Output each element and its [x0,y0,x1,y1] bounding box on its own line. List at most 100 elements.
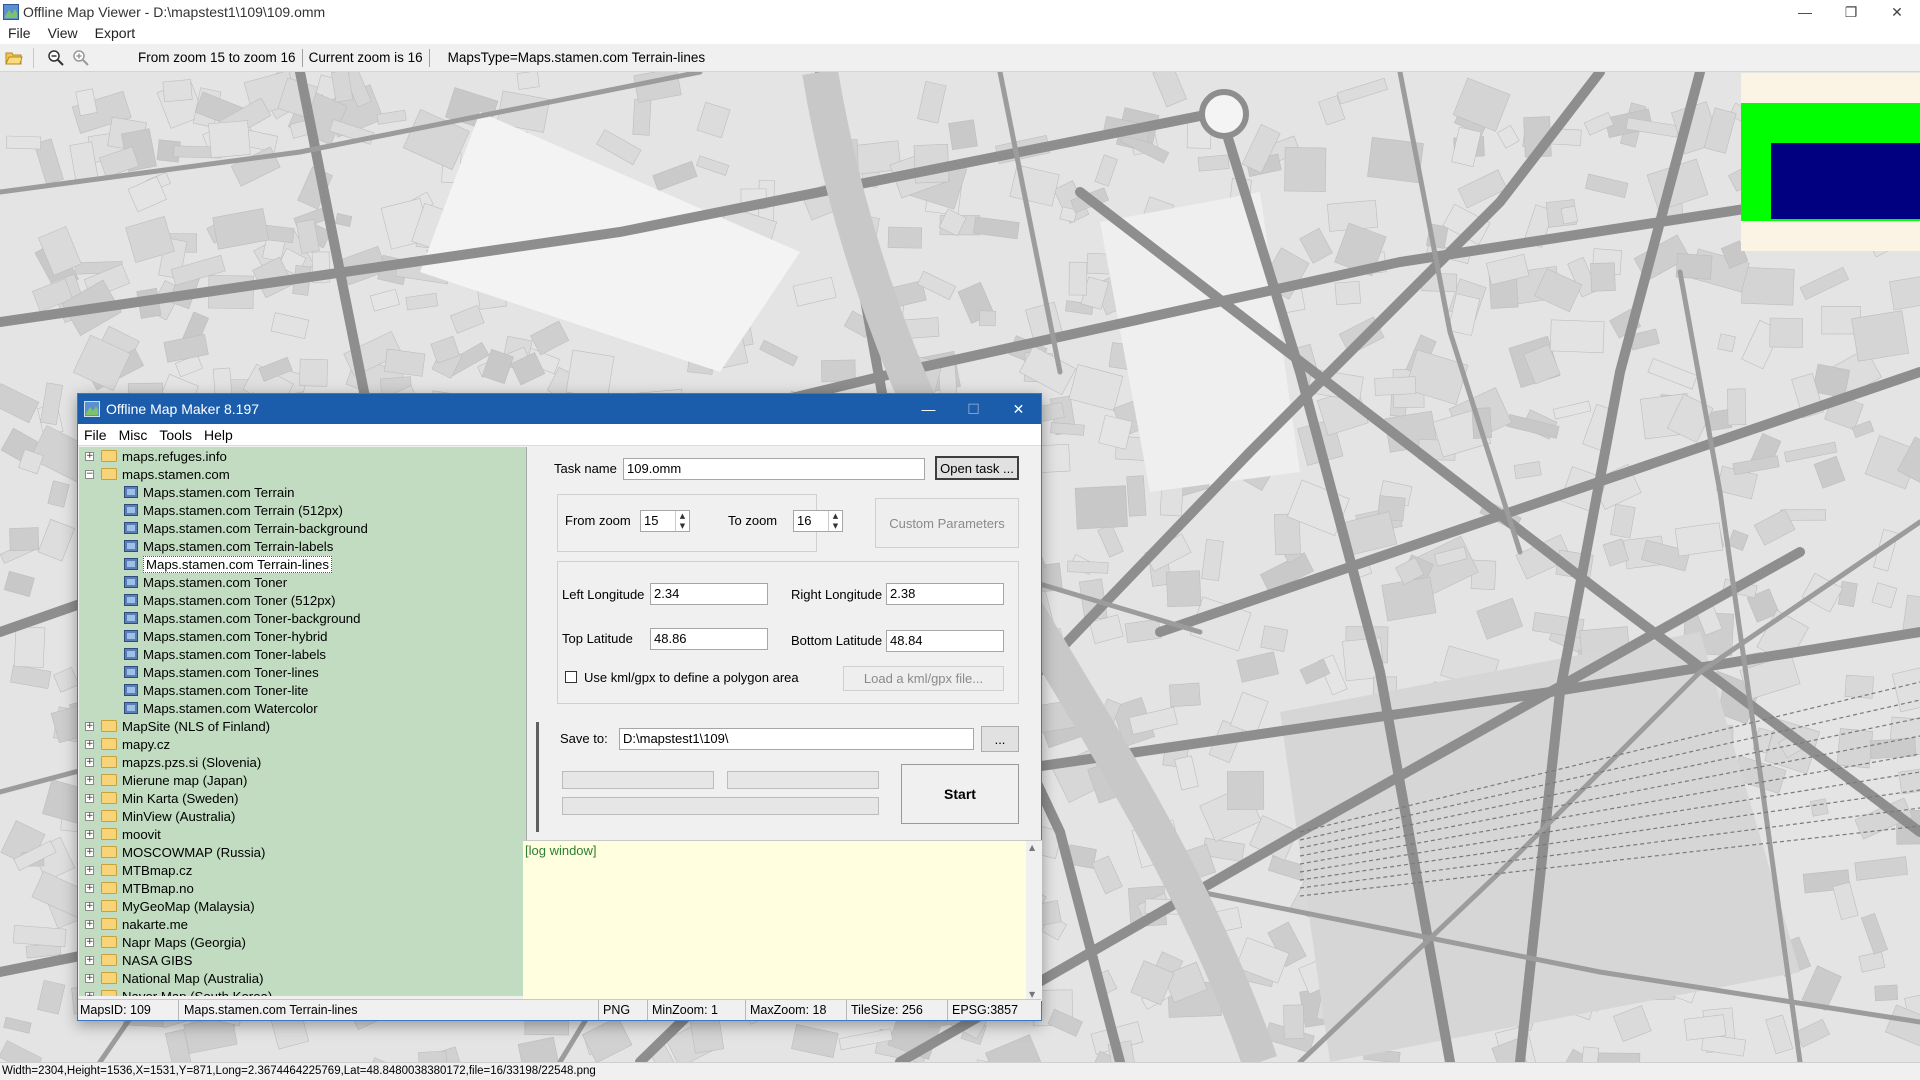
expand-icon[interactable]: + [85,739,94,749]
expand-icon[interactable]: + [85,973,94,983]
expand-icon[interactable]: + [85,937,94,947]
expand-icon[interactable]: + [85,919,94,929]
minimap-viewport[interactable] [1771,143,1920,219]
dialog-menu-file[interactable]: File [78,427,113,443]
tree-folder-item[interactable]: + Naver Map (South Korea) [79,987,272,996]
dialog-close-button[interactable]: ✕ [996,394,1041,424]
menu-export[interactable]: Export [87,25,144,41]
tree-map-item[interactable]: Maps.stamen.com Toner-background [79,609,360,627]
to-zoom-spinner[interactable]: 16 ▲ ▼ [793,510,843,532]
tree-map-item[interactable]: Maps.stamen.com Terrain [79,483,294,501]
tree-folder-item[interactable]: + mapzs.pzs.si (Slovenia) [79,753,261,771]
restore-button[interactable]: ❐ [1828,0,1874,24]
window-titlebar: Offline Map Viewer - D:\mapstest1\109\10… [0,0,1920,24]
use-kml-label: Use kml/gpx to define a polygon area [584,670,799,685]
start-button[interactable]: Start [901,764,1019,824]
spin-down-icon[interactable]: ▼ [829,521,842,531]
log-window[interactable]: [log window] ▲ ▼ [523,840,1042,1001]
tree-folder-item[interactable]: + nakarte.me [79,915,188,933]
expand-icon[interactable]: + [85,757,94,767]
browse-button[interactable]: ... [981,726,1019,752]
expand-icon[interactable]: + [85,721,94,731]
load-kml-button[interactable]: Load a kml/gpx file... [843,666,1004,691]
left-longitude-input[interactable]: 2.34 [650,583,768,605]
tree-map-item[interactable]: Maps.stamen.com Toner-lines [79,663,319,681]
dialog-menu-tools[interactable]: Tools [153,427,198,443]
log-scrollbar[interactable]: ▲ ▼ [1026,841,1042,1001]
custom-parameters-button[interactable]: Custom Parameters [875,498,1019,548]
tree-folder-item[interactable]: + NASA GIBS [79,951,192,969]
tree-folder-item[interactable]: + MyGeoMap (Malaysia) [79,897,255,915]
tree-item-label: Mierune map (Japan) [122,772,248,788]
bottom-latitude-input[interactable]: 48.84 [886,630,1004,652]
zoom-out-icon[interactable] [45,47,67,69]
tree-map-item[interactable]: Maps.stamen.com Toner-hybrid [79,627,327,645]
expand-icon[interactable]: + [85,991,94,996]
right-longitude-input[interactable]: 2.38 [886,583,1004,605]
dialog-menu-help[interactable]: Help [198,427,239,443]
tree-map-item[interactable]: Maps.stamen.com Toner-labels [79,645,326,663]
tree-folder-item[interactable]: + MinView (Australia) [79,807,235,825]
expand-icon[interactable]: + [85,883,94,893]
close-button[interactable]: ✕ [1874,0,1920,24]
zoom-in-icon[interactable] [70,47,92,69]
menu-file[interactable]: File [0,25,40,41]
tree-map-item[interactable]: Maps.stamen.com Terrain-labels [79,537,333,555]
minimap[interactable] [1741,73,1920,251]
tree-map-item[interactable]: Maps.stamen.com Terrain (512px) [79,501,343,519]
tree-map-item[interactable]: Maps.stamen.com Terrain-lines [79,555,332,573]
tree-folder-item[interactable]: + MTBmap.cz [79,861,192,879]
dialog-minimize-button[interactable]: — [906,394,951,424]
menu-view[interactable]: View [40,25,87,41]
task-name-input[interactable]: 109.omm [623,458,925,480]
open-task-button[interactable]: Open task ... [935,456,1019,480]
folder-icon [101,864,117,876]
to-zoom-value: 16 [797,513,812,528]
tree-map-item[interactable]: Maps.stamen.com Toner-lite [79,681,308,699]
dialog-menu-misc[interactable]: Misc [113,427,154,443]
expand-icon[interactable]: + [85,847,94,857]
log-text: [log window] [525,843,597,858]
expand-icon[interactable]: + [85,865,94,875]
scroll-up-icon[interactable]: ▲ [1029,843,1035,852]
map-source-tree[interactable]: + maps.refuges.info − maps.stamen.com Maps.s… [79,447,527,996]
tree-map-item[interactable]: Maps.stamen.com Toner (512px) [79,591,336,609]
expand-icon[interactable]: + [85,451,94,461]
spin-up-icon[interactable]: ▲ [676,511,689,521]
tree-folder-item[interactable]: + National Map (Australia) [79,969,263,987]
bottom-latitude-label: Bottom Latitude [791,633,883,648]
folder-icon [101,900,117,912]
save-to-input[interactable]: D:\mapstest1\109\ [619,728,974,750]
tree-folder-item[interactable]: + Min Karta (Sweden) [79,789,239,807]
expand-icon[interactable]: + [85,901,94,911]
scroll-down-icon[interactable]: ▼ [1029,990,1035,999]
tree-map-item[interactable]: Maps.stamen.com Watercolor [79,699,318,717]
tree-folder-item[interactable]: + Napr Maps (Georgia) [79,933,246,951]
use-kml-checkbox[interactable] [565,671,577,683]
tree-folder-item[interactable]: + Mierune map (Japan) [79,771,247,789]
expand-icon[interactable]: + [85,793,94,803]
expand-icon[interactable]: + [85,811,94,821]
collapse-icon[interactable]: − [85,469,94,479]
expand-icon[interactable]: + [85,775,94,785]
spin-up-icon[interactable]: ▲ [829,511,842,521]
tree-scroll-thumb[interactable] [536,722,539,832]
expand-icon[interactable]: + [85,955,94,965]
tree-folder-item[interactable]: + MapSite (NLS of Finland) [79,717,270,735]
tree-map-item[interactable]: Maps.stamen.com Terrain-background [79,519,368,537]
open-folder-icon[interactable] [3,47,25,69]
dialog-maximize-button[interactable]: ☐ [951,394,996,424]
from-zoom-spinner[interactable]: 15 ▲ ▼ [640,510,690,532]
tree-folder-item[interactable]: + maps.refuges.info [79,447,227,465]
tree-folder-item[interactable]: + mapy.cz [79,735,170,753]
tree-folder-item[interactable]: + MOSCOWMAP (Russia) [79,843,265,861]
tree-folder-item[interactable]: − maps.stamen.com [79,465,230,483]
tree-folder-item[interactable]: + MTBmap.no [79,879,194,897]
tree-item-label: Maps.stamen.com Toner [143,574,288,590]
minimize-button[interactable]: — [1782,0,1828,24]
tree-folder-item[interactable]: + moovit [79,825,161,843]
top-latitude-input[interactable]: 48.86 [650,628,768,650]
tree-map-item[interactable]: Maps.stamen.com Toner [79,573,287,591]
expand-icon[interactable]: + [85,829,94,839]
spin-down-icon[interactable]: ▼ [676,521,689,531]
